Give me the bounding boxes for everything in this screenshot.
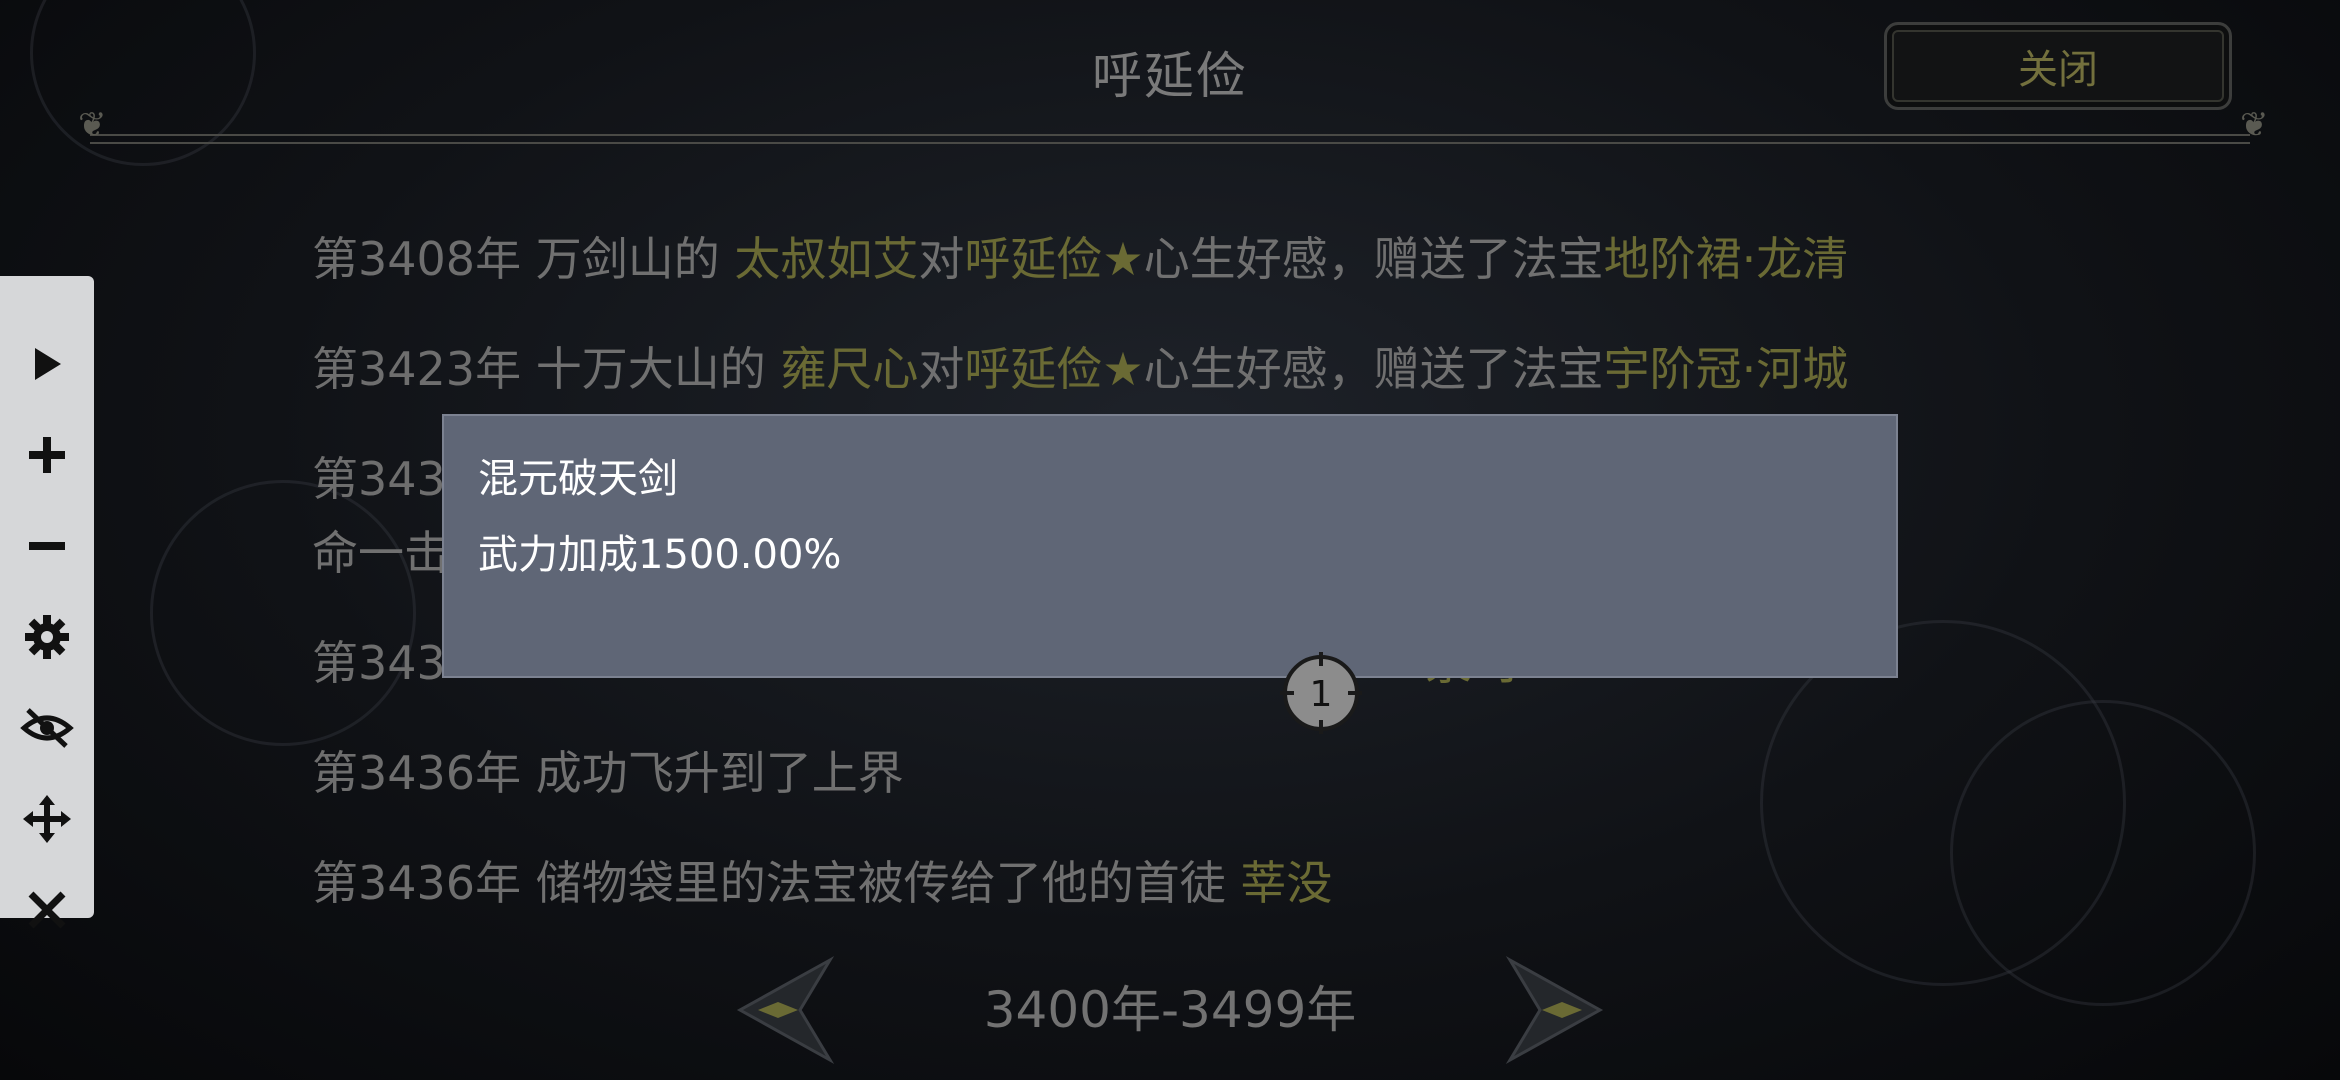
- log-entry-text: 对: [918, 342, 965, 396]
- log-entry-highlight: 雍尺心: [780, 342, 919, 396]
- log-entry-text: 成功飞升到了上界: [521, 746, 904, 800]
- divider-ornament-left: ❦: [78, 105, 107, 145]
- overlay-toolbar: [0, 276, 94, 929]
- log-entry: 第3423年 十万大山的 雍尺心对呼延俭★心生好感，赠送了法宝宇阶冠·河城: [312, 332, 2052, 406]
- item-effect: 武力加成1500.00%: [478, 532, 842, 578]
- close-icon[interactable]: [0, 870, 94, 950]
- eye-off-icon[interactable]: [0, 688, 94, 768]
- log-entry-year: 第3408年: [312, 232, 522, 286]
- log-entry-year: 第3436年: [312, 856, 522, 910]
- log-entry: 第3436年 储物袋里的法宝被传给了他的首徒 莘没: [312, 846, 2052, 920]
- next-page-arrow-icon[interactable]: [1500, 950, 1620, 1070]
- log-entry-text: 对: [918, 232, 965, 286]
- minus-icon[interactable]: [0, 506, 94, 586]
- plus-icon[interactable]: [0, 415, 94, 495]
- log-entry-text: 十万大山的: [521, 342, 781, 396]
- log-entry-text: 心生好感，赠送了法宝: [1143, 342, 1604, 396]
- log-entry-year: 第343: [312, 636, 446, 690]
- log-entry: 第3408年 万剑山的 太叔如艾对呼延俭★心生好感，赠送了法宝地阶裙·龙清: [312, 222, 2052, 296]
- item-name: 混元破天剑: [478, 456, 678, 502]
- move-icon[interactable]: [0, 779, 94, 859]
- log-entry-highlight: 宇阶冠·河城: [1603, 342, 1849, 396]
- crosshair-target-icon[interactable]: 1: [1280, 652, 1362, 734]
- log-entry-text: 命一击: [312, 526, 450, 580]
- gear-icon[interactable]: [0, 597, 94, 677]
- header-divider: [90, 134, 2250, 144]
- close-button[interactable]: 关闭: [1884, 22, 2232, 110]
- log-entry-year: 第343: [312, 452, 446, 506]
- log-entry-highlight: 莘没: [1240, 856, 1333, 910]
- target-label: 1: [1310, 674, 1333, 715]
- log-entry-highlight: 呼延俭★: [964, 232, 1144, 286]
- log-entry-text: 心生好感，赠送了法宝: [1143, 232, 1604, 286]
- log-entry-year: 第3423年: [312, 342, 522, 396]
- log-entry-highlight: 呼延俭★: [964, 342, 1144, 396]
- item-tooltip-popup: 混元破天剑 武力加成1500.00%: [442, 414, 1898, 678]
- play-icon[interactable]: [0, 324, 94, 404]
- log-entry-highlight: 太叔如艾: [734, 232, 919, 286]
- page-range: 3400年-3499年: [983, 981, 1357, 1039]
- log-entry-text: 万剑山的: [521, 232, 735, 286]
- divider-ornament-right: ❦: [2240, 105, 2269, 145]
- log-entry: 第3436年 成功飞升到了上界: [312, 736, 2052, 810]
- log-entry-year: 第3436年: [312, 746, 522, 800]
- log-entry-text: 储物袋里的法宝被传给了他的首徒: [521, 856, 1241, 910]
- log-entry-highlight: 地阶裙·龙清: [1603, 232, 1849, 286]
